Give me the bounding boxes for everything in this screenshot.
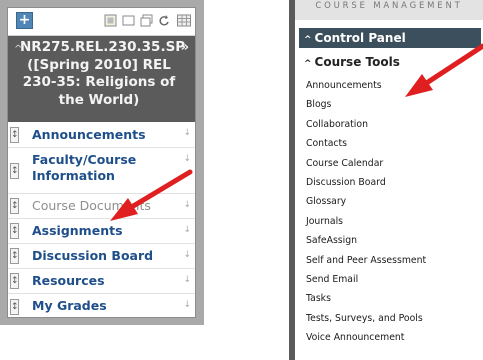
red-arrow-right [405,43,483,97]
screenshot-stage: + ^ NR275.REL.230.35.SP ([Spring 2010] R… [0,0,483,360]
red-arrow-left [110,169,193,221]
annotation-arrows [110,43,483,221]
